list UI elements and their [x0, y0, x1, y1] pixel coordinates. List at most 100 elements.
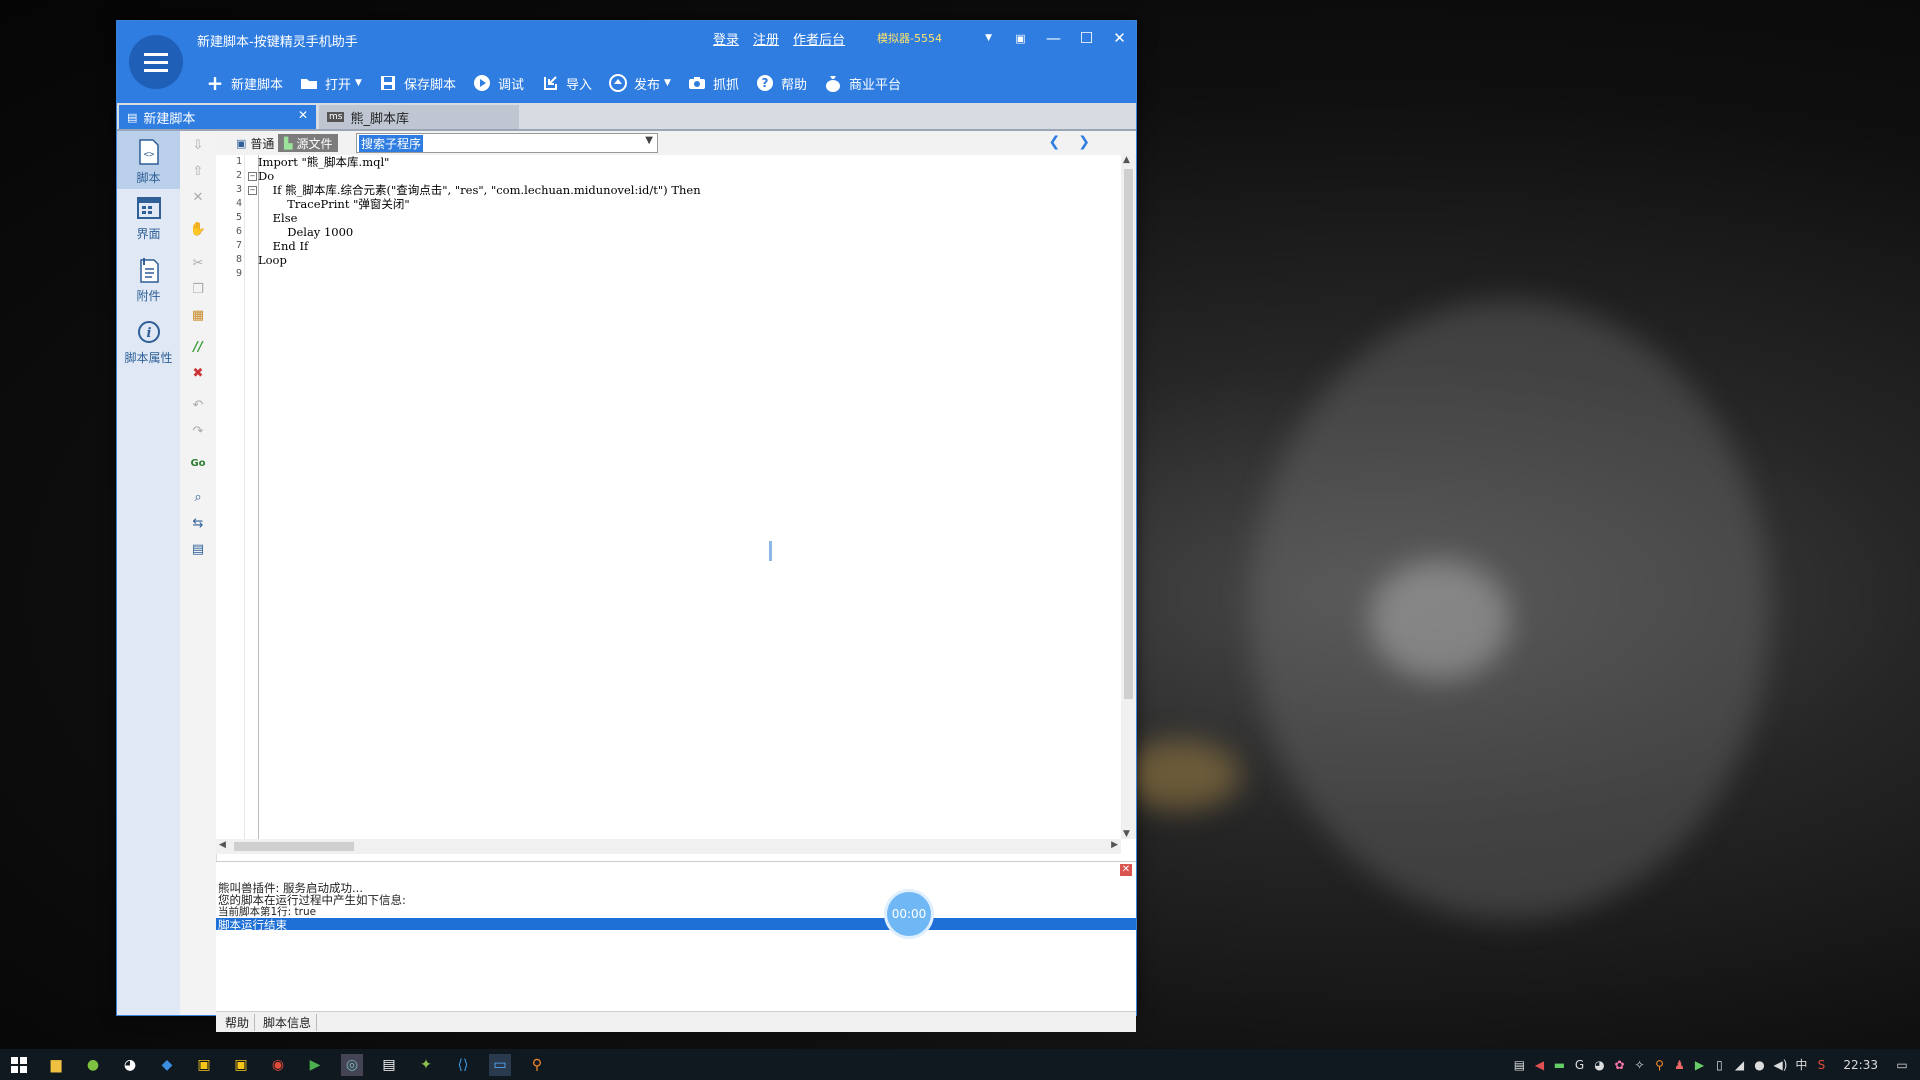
nav-item-script-properties[interactable]: i 脚本属性	[117, 317, 180, 373]
help-button[interactable]: ? 帮助	[747, 69, 815, 97]
device-selector[interactable]: 模拟器-5554 ▼	[867, 27, 992, 49]
tray-search-icon[interactable]: ⚲	[1653, 1058, 1665, 1072]
windows-start-icon[interactable]	[8, 1054, 30, 1076]
maximize-button[interactable]: ☐	[1070, 21, 1103, 55]
subroutine-search-combo[interactable]: 搜索子程序 ▼	[356, 133, 658, 153]
microphone-icon[interactable]: ●	[1753, 1058, 1765, 1072]
code-editor[interactable]: 1 2 3 4 5 6 7 8 9 − − Import "熊_脚本库.mql"…	[216, 155, 1121, 839]
publish-button[interactable]: 发布 ▼	[600, 69, 679, 97]
google-icon[interactable]: G	[1573, 1058, 1585, 1072]
ime-indicator[interactable]: 中	[1795, 1056, 1807, 1073]
notes-icon[interactable]: ▣	[193, 1054, 215, 1076]
chrome-icon[interactable]: ◉	[267, 1054, 289, 1076]
move-down-icon[interactable]: ⇩	[190, 137, 206, 153]
vertical-scrollbar[interactable]: ▲ ▼	[1121, 155, 1136, 839]
tray-misc-icon[interactable]: ✧	[1633, 1058, 1645, 1072]
author-backend-link[interactable]: 作者后台	[793, 29, 845, 48]
speaker-red-icon[interactable]: ◀	[1533, 1058, 1545, 1072]
scroll-down-icon[interactable]: ▼	[1123, 829, 1130, 839]
horizontal-scrollbar[interactable]: ◀ ▶	[216, 839, 1121, 854]
undo-icon[interactable]: ↶	[190, 397, 206, 413]
script-file-icon: <>	[134, 137, 164, 167]
tab-script-info[interactable]: 脚本信息	[258, 1014, 318, 1031]
tab-new-script[interactable]: ▤ 新建脚本 ✕	[119, 105, 316, 129]
nav-label: 脚本	[136, 171, 161, 185]
vscode-icon[interactable]: ⟨⟩	[452, 1054, 474, 1076]
file-explorer-icon[interactable]: ▆	[45, 1054, 67, 1076]
back-arrow-icon[interactable]: ❮	[1049, 134, 1061, 150]
paste-icon[interactable]: ▦	[190, 307, 206, 323]
search-app-icon[interactable]: ⚲	[526, 1054, 548, 1076]
capture-button[interactable]: 抓抓	[679, 69, 747, 97]
notes-alt-icon[interactable]: ▣	[230, 1054, 252, 1076]
business-platform-button[interactable]: 商业平台	[815, 69, 909, 97]
document-app-icon[interactable]: ▤	[378, 1054, 400, 1076]
save-script-button[interactable]: 保存脚本	[370, 69, 464, 97]
fold-toggle-icon[interactable]: −	[248, 186, 257, 195]
notification-icon[interactable]: ▭	[1896, 1058, 1908, 1072]
open-button[interactable]: 打开 ▼	[291, 69, 370, 97]
tray-user-icon[interactable]: ♟	[1673, 1058, 1685, 1072]
copy-icon[interactable]: ❐	[190, 281, 206, 297]
fold-toggle-icon[interactable]: −	[248, 172, 257, 181]
android-icon[interactable]: ✦	[415, 1054, 437, 1076]
scroll-thumb[interactable]	[234, 842, 354, 851]
delete-icon[interactable]: ✕	[190, 189, 206, 205]
tray-s-icon[interactable]: S	[1815, 1058, 1827, 1072]
forward-arrow-icon[interactable]: ❯	[1078, 134, 1090, 150]
tab-help[interactable]: 帮助	[220, 1014, 256, 1031]
replace-icon[interactable]: ⇆	[190, 515, 206, 531]
redo-icon[interactable]: ↷	[190, 423, 206, 439]
run-timer[interactable]: 00:00	[887, 892, 931, 936]
tray-flower-icon[interactable]: ✿	[1613, 1058, 1625, 1072]
login-link[interactable]: 登录	[713, 29, 739, 48]
tray-play-icon[interactable]: ▶	[1693, 1058, 1705, 1072]
hand-icon[interactable]: ✋	[190, 221, 206, 237]
output-selected-line: 脚本运行结束	[216, 918, 1136, 931]
register-link[interactable]: 注册	[753, 29, 779, 48]
code-line: Delay 1000	[258, 225, 354, 239]
nav-item-script[interactable]: <> 脚本	[117, 131, 180, 189]
close-tab-icon[interactable]: ✕	[298, 108, 308, 122]
system-tray: ▤ ◀ ▬ G ◕ ✿ ✧ ⚲ ♟ ▶ ▯ ◢ ● ◀) 中 S 22:33 ▭	[1513, 1049, 1920, 1080]
key-wizard-icon[interactable]: ◎	[341, 1054, 363, 1076]
close-button[interactable]: ✕	[1103, 21, 1136, 55]
scroll-up-icon[interactable]: ▲	[1123, 155, 1130, 165]
cut-icon[interactable]: ✂	[190, 255, 206, 271]
line-number-gutter: 1 2 3 4 5 6 7 8 9	[216, 155, 245, 839]
normal-mode-button[interactable]: ▣ 普通	[230, 134, 280, 152]
uncomment-icon[interactable]: ✖	[190, 365, 206, 381]
app-icon[interactable]: ◆	[156, 1054, 178, 1076]
tray-app-icon[interactable]: ▤	[1513, 1058, 1525, 1072]
comment-icon[interactable]: //	[190, 339, 206, 355]
scroll-left-icon[interactable]: ◀	[219, 840, 226, 850]
qq-icon[interactable]: ◕	[119, 1054, 141, 1076]
volume-icon[interactable]: ◀)	[1773, 1058, 1787, 1072]
format-icon[interactable]: ▤	[190, 541, 206, 557]
source-mode-button[interactable]: ▙ 源文件	[278, 134, 339, 152]
clock[interactable]: 22:33	[1843, 1058, 1878, 1072]
scroll-thumb[interactable]	[1124, 169, 1133, 699]
new-script-button[interactable]: + 新建脚本	[197, 69, 291, 97]
network-icon[interactable]: ◢	[1733, 1058, 1745, 1072]
window-controls: ▣ — ☐ ✕	[1004, 21, 1136, 55]
scroll-right-icon[interactable]: ▶	[1111, 840, 1118, 850]
player-icon[interactable]: ▶	[304, 1054, 326, 1076]
menu-icon[interactable]	[129, 35, 183, 89]
tab-script-library[interactable]: ms 熊_脚本库	[319, 105, 519, 129]
move-up-icon[interactable]: ⇧	[190, 163, 206, 179]
minimize-button[interactable]: —	[1037, 21, 1070, 55]
active-app-icon[interactable]: ▭	[489, 1054, 511, 1076]
nav-item-attachments[interactable]: 附件	[117, 255, 180, 309]
browser-icon[interactable]: ●	[82, 1054, 104, 1076]
find-icon[interactable]: ⌕	[190, 489, 206, 505]
qq-tray-icon[interactable]: ◕	[1593, 1058, 1605, 1072]
import-button[interactable]: 导入	[532, 69, 600, 97]
tray-green-icon[interactable]: ▬	[1553, 1058, 1565, 1072]
nav-item-interface[interactable]: 界面	[117, 193, 180, 247]
goto-icon[interactable]: Go	[190, 455, 206, 471]
close-output-icon[interactable]: ✕	[1120, 864, 1132, 876]
restore-mini-icon[interactable]: ▣	[1004, 21, 1037, 55]
battery-icon[interactable]: ▯	[1713, 1058, 1725, 1072]
debug-button[interactable]: 调试	[464, 69, 532, 97]
